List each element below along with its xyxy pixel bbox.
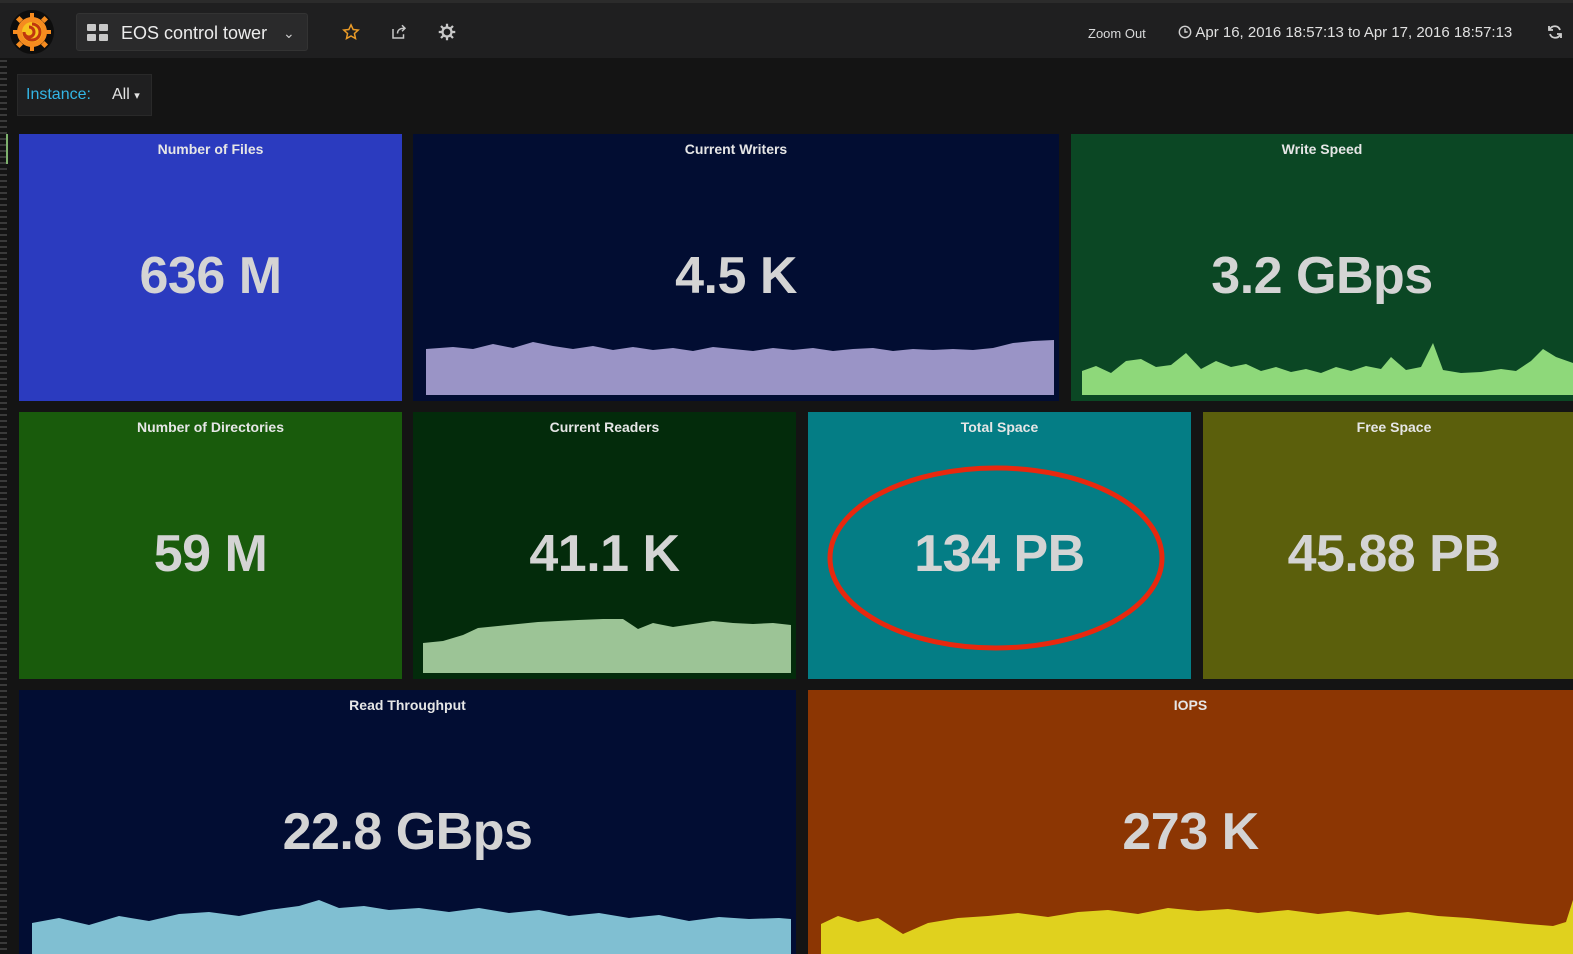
- instance-variable-label: Instance:: [26, 86, 91, 103]
- panel-title: Number of Files: [157, 141, 264, 157]
- panel-value: 3.2 GBps: [1211, 247, 1433, 305]
- panel-title: Current Writers: [684, 141, 788, 157]
- panel-read-throughput[interactable]: Read Throughput 22.8 GBps: [19, 690, 796, 954]
- panel-title: Read Throughput: [349, 697, 466, 713]
- template-variables: Instance: All ▾: [17, 74, 152, 116]
- panel-title: Free Space: [1356, 419, 1432, 435]
- gear-icon: [438, 23, 456, 41]
- panel-number-of-directories[interactable]: Number of Directories 59 M: [19, 412, 402, 679]
- top-navbar: EOS control tower ⌄ Zoom Out Apr 16, 201…: [0, 0, 1573, 58]
- panel-current-writers[interactable]: Current Writers 4.5 K: [413, 134, 1059, 401]
- zoom-out-button[interactable]: Zoom Out: [1088, 26, 1146, 41]
- panel-total-space[interactable]: Total Space 134 PB: [808, 412, 1191, 679]
- dashboard-grid-icon: [87, 24, 109, 42]
- time-range-picker[interactable]: Apr 16, 2016 18:57:13 to Apr 17, 2016 18…: [1178, 24, 1512, 43]
- share-icon: [392, 24, 407, 39]
- refresh-button[interactable]: [1547, 24, 1563, 45]
- panel-value: 273 K: [1122, 803, 1259, 861]
- sparkline: [1082, 343, 1573, 395]
- panel-title: Total Space: [960, 419, 1039, 435]
- star-button[interactable]: [340, 21, 362, 43]
- panel-title: Write Speed: [1281, 141, 1363, 157]
- clock-icon: [1178, 25, 1192, 43]
- sparkline: [32, 900, 791, 954]
- panel-current-readers[interactable]: Current Readers 41.1 K: [413, 412, 796, 679]
- dashboard-title: EOS control tower: [121, 23, 268, 43]
- panel-value: 41.1 K: [529, 525, 680, 583]
- panel-value: 22.8 GBps: [282, 803, 533, 861]
- panel-title: IOPS: [1173, 697, 1208, 713]
- panel-free-space[interactable]: Free Space 45.88 PB: [1203, 412, 1573, 679]
- panel-iops[interactable]: IOPS 273 K: [808, 690, 1573, 954]
- refresh-icon: [1548, 25, 1562, 39]
- panel-number-of-files[interactable]: Number of Files 636 M: [19, 134, 402, 401]
- panel-value: 45.88 PB: [1287, 525, 1501, 583]
- panel-write-speed[interactable]: Write Speed 3.2 GBps: [1071, 134, 1573, 401]
- dashboard-picker[interactable]: EOS control tower ⌄: [76, 13, 308, 51]
- panel-value: 59 M: [153, 525, 268, 583]
- sparkline: [423, 619, 791, 673]
- time-range-text: Apr 16, 2016 18:57:13 to Apr 17, 2016 18…: [1195, 24, 1513, 41]
- grafana-logo-icon[interactable]: [10, 10, 54, 54]
- row-collapse-marker[interactable]: [6, 134, 8, 164]
- star-icon: [342, 23, 360, 40]
- panel-title: Current Readers: [549, 419, 660, 435]
- panel-value: 4.5 K: [675, 247, 797, 305]
- caret-down-icon: ▾: [134, 90, 140, 102]
- panel-value: 134 PB: [914, 525, 1085, 583]
- settings-button[interactable]: [436, 21, 458, 43]
- panel-value: 636 M: [139, 247, 282, 305]
- panel-title: Number of Directories: [136, 419, 285, 435]
- caret-down-icon: ⌄: [283, 25, 295, 41]
- share-button[interactable]: [388, 21, 410, 43]
- instance-variable-value: All: [112, 86, 130, 103]
- sparkline: [426, 340, 1054, 395]
- sparkline: [821, 900, 1573, 954]
- instance-variable-dropdown[interactable]: All ▾: [112, 86, 140, 104]
